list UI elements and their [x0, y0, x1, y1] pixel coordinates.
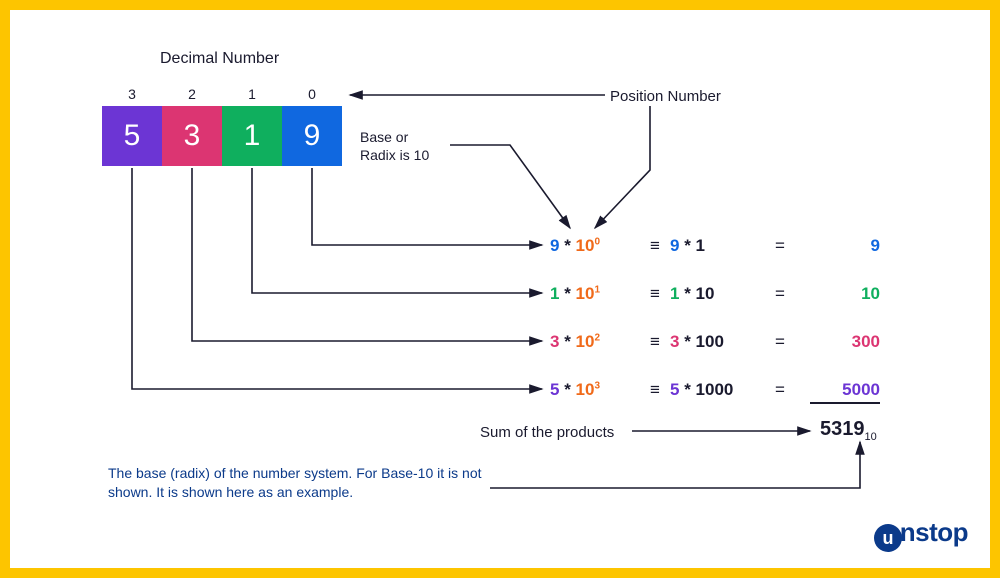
eq-row-3-eq: = — [770, 380, 790, 400]
digit-box-9: 9 — [282, 106, 342, 166]
diagram-stage: Decimal Number 3 2 1 0 5 3 1 9 Position … — [10, 10, 990, 568]
position-label-2: 2 — [162, 86, 222, 102]
eq-row-0-mult: 9 9 * 1 — [670, 236, 760, 256]
eq-row-2-equiv: ≡ — [645, 332, 665, 352]
eq-row-0-equiv: ≡ — [645, 236, 665, 256]
title-decimal-number: Decimal Number — [160, 50, 279, 68]
sum-value: 531910 — [820, 418, 877, 443]
eq-row-3-mult: 5 * 1000 — [670, 380, 760, 400]
eq-row-1-result: 10 — [810, 284, 880, 304]
position-label-0: 0 — [282, 86, 342, 102]
eq-row-2-left: 3 * 102 — [550, 332, 645, 352]
eq-row-1-mult: 1 * 10 — [670, 284, 760, 304]
sum-underline — [810, 402, 880, 404]
label-base-radix: Base or Radix is 10 — [360, 128, 429, 164]
eq-row-0-left: 9 * 100 — [550, 236, 645, 256]
eq-row-3-equiv: ≡ — [645, 380, 665, 400]
position-label-1: 1 — [222, 86, 282, 102]
label-sum-of-products: Sum of the products — [480, 424, 614, 441]
footnote-base-radix: The base (radix) of the number system. F… — [108, 464, 488, 502]
eq-row-0-result: 9 — [810, 236, 880, 256]
eq-row-1-eq: = — [770, 284, 790, 304]
digit-box-1: 1 — [222, 106, 282, 166]
position-label-3: 3 — [102, 86, 162, 102]
eq-row-2-mult: 3 * 100 — [670, 332, 760, 352]
eq-row-3-result: 5000 — [810, 380, 880, 400]
label-position-number: Position Number — [610, 88, 721, 105]
eq-row-2-eq: = — [770, 332, 790, 352]
eq-row-3-left: 5 * 103 — [550, 380, 645, 400]
logo-unstop: unstop — [874, 517, 968, 552]
eq-row-0-eq: = — [770, 236, 790, 256]
eq-row-2-result: 300 — [810, 332, 880, 352]
logo-bubble-icon: u — [874, 524, 902, 552]
digit-box-3: 3 — [162, 106, 222, 166]
eq-row-1-equiv: ≡ — [645, 284, 665, 304]
eq-row-1-left: 1 * 101 — [550, 284, 645, 304]
digit-box-5: 5 — [102, 106, 162, 166]
